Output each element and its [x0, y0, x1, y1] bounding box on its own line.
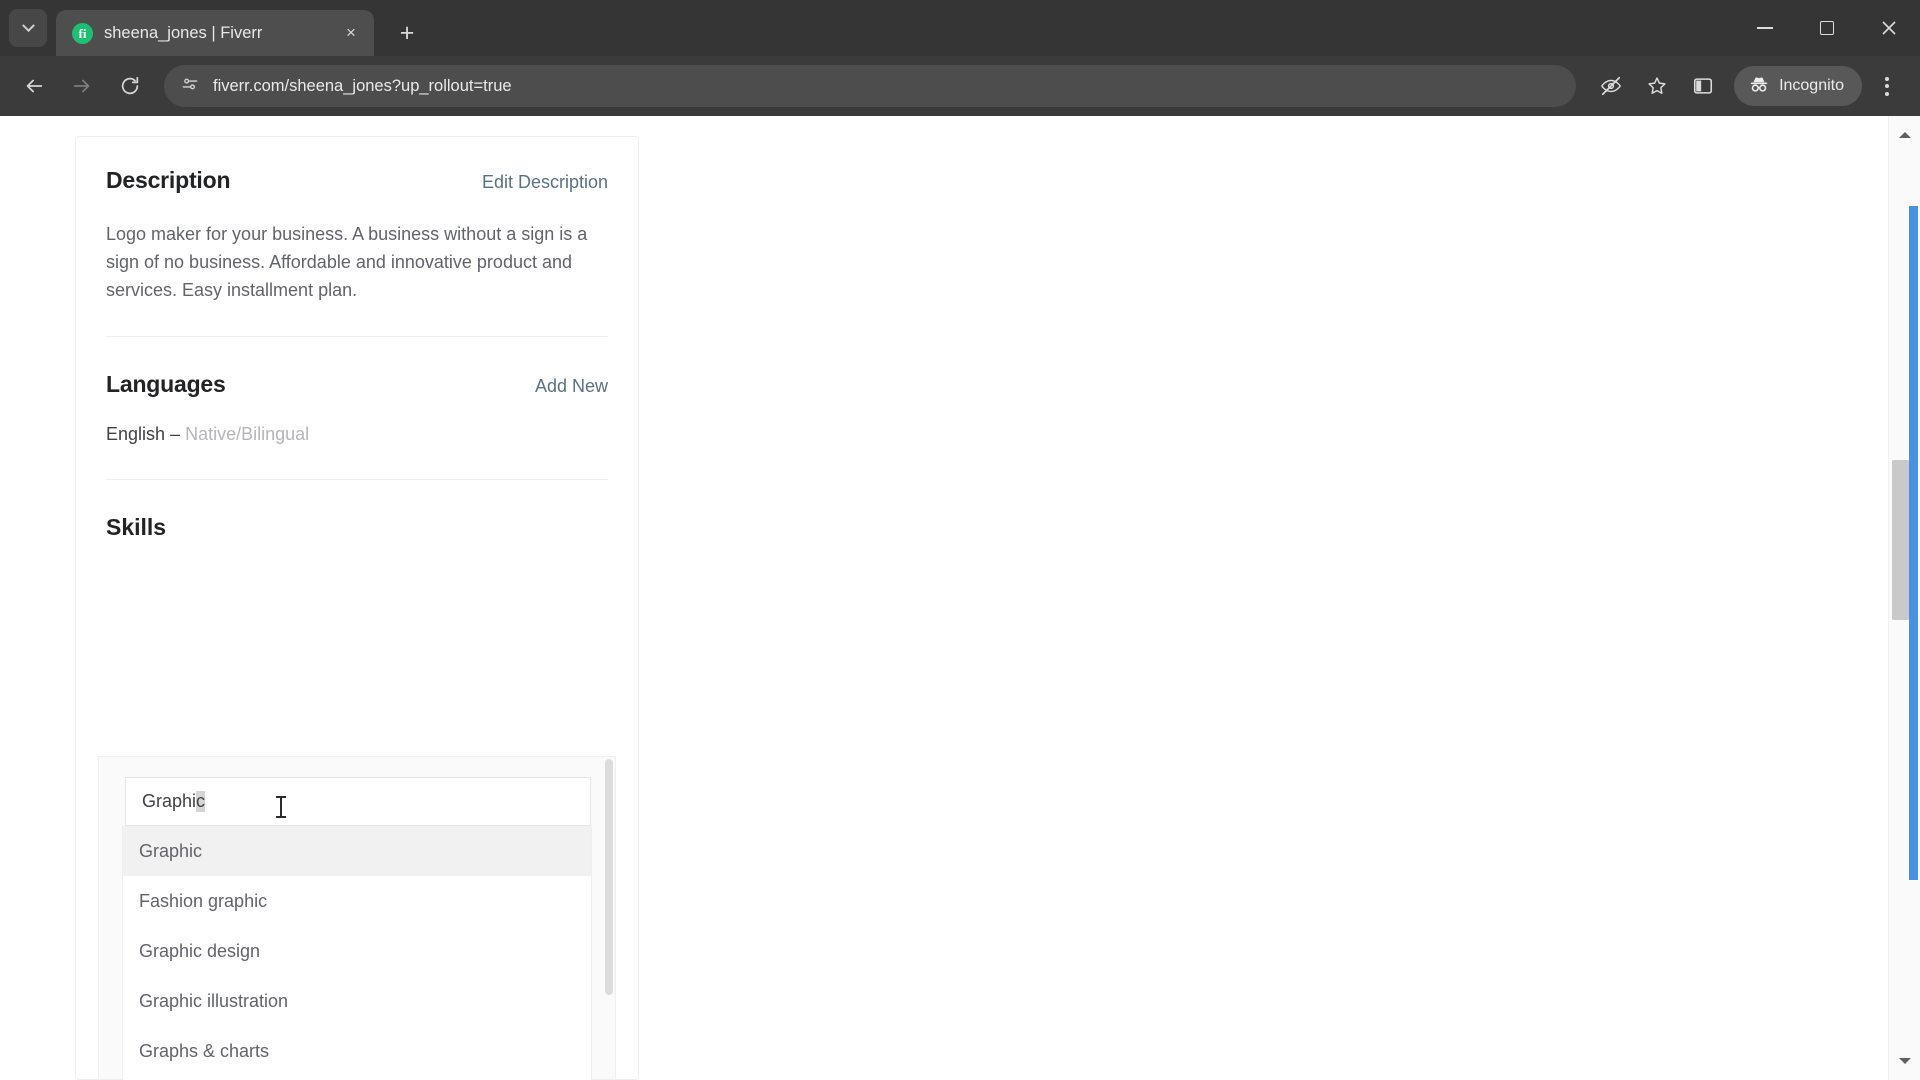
star-icon[interactable]: [1636, 65, 1678, 107]
skills-panel-scrollbar[interactable]: [605, 759, 613, 995]
skill-input-value: Graphi: [142, 791, 197, 811]
chevron-down-icon[interactable]: [9, 9, 47, 47]
language-level: Native/Bilingual: [185, 424, 310, 444]
language-name: English: [106, 424, 166, 444]
languages-title: Languages: [106, 371, 226, 397]
minimize-button[interactable]: [1734, 0, 1796, 56]
skill-input-autocomplete-selection: c: [196, 791, 206, 812]
languages-section-header: Languages Add New: [106, 371, 608, 398]
add-new-language-link[interactable]: Add New: [535, 376, 608, 397]
page-scrollbar[interactable]: [1888, 116, 1920, 1080]
divider: [106, 479, 608, 480]
description-title: Description: [106, 167, 231, 193]
scroll-down-arrow-icon[interactable]: [1889, 1048, 1920, 1074]
suggestion-item[interactable]: Pinterest graphic: [123, 1076, 591, 1080]
maximize-button[interactable]: [1796, 0, 1858, 56]
incognito-spy-icon: [1748, 73, 1770, 100]
close-icon[interactable]: ×: [338, 20, 364, 46]
suggestion-item[interactable]: Graphic: [123, 826, 591, 876]
browser-toolbar: fiverr.com/sheena_jones?up_rollout=true: [0, 56, 1920, 116]
incognito-label: Incognito: [1779, 77, 1844, 94]
suggestion-item[interactable]: Graphic design: [123, 926, 591, 976]
tab-strip: fi sheena_jones | Fiverr × +: [0, 0, 1920, 56]
browser-window: fi sheena_jones | Fiverr × + fiverr.com/…: [0, 0, 1920, 1080]
side-panel-icon[interactable]: [1682, 65, 1724, 107]
address-bar[interactable]: fiverr.com/sheena_jones?up_rollout=true: [164, 65, 1577, 107]
suggestion-item[interactable]: Fashion graphic: [123, 876, 591, 926]
tab-search-area: [0, 0, 56, 56]
skills-title: Skills: [106, 514, 167, 540]
url-text: fiverr.com/sheena_jones?up_rollout=true: [213, 76, 512, 95]
fiverr-profile-page: Description Edit Description Logo maker …: [0, 116, 1888, 1080]
close-window-button[interactable]: [1858, 0, 1920, 56]
back-button[interactable]: [12, 64, 56, 108]
forward-button[interactable]: [60, 64, 104, 108]
description-section-header: Description Edit Description: [106, 167, 608, 194]
skill-suggestions-dropdown: Graphic Fashion graphic Graphic design G…: [122, 826, 592, 1080]
fiverr-favicon-icon: fi: [72, 22, 93, 44]
page-viewport: Description Edit Description Logo maker …: [0, 116, 1920, 1080]
suggestion-item[interactable]: Graphs & charts: [123, 1026, 591, 1076]
three-dot-menu-icon[interactable]: [1866, 65, 1908, 107]
site-settings-icon[interactable]: [180, 74, 200, 99]
browser-tab[interactable]: fi sheena_jones | Fiverr ×: [56, 10, 374, 56]
scroll-up-arrow-icon[interactable]: [1889, 122, 1920, 148]
incognito-indicator[interactable]: Incognito: [1734, 66, 1862, 106]
scrollbar-thumb[interactable]: [1892, 460, 1909, 620]
window-controls: [1734, 0, 1920, 56]
focus-highlight-bar: [1909, 206, 1918, 880]
skill-input[interactable]: Graphi c: [125, 777, 591, 826]
description-body: Logo maker for your business. A business…: [106, 224, 588, 300]
eye-slash-icon[interactable]: [1590, 65, 1632, 107]
suggestion-item[interactable]: Graphic illustration: [123, 976, 591, 1026]
reload-button[interactable]: [108, 64, 152, 108]
language-separator: –: [170, 424, 181, 444]
tab-title: sheena_jones | Fiverr: [104, 23, 263, 42]
new-tab-button[interactable]: +: [388, 14, 426, 52]
text-cursor-icon: [276, 796, 286, 818]
divider: [106, 336, 608, 337]
edit-description-link[interactable]: Edit Description: [482, 172, 608, 193]
language-item: English – Native/Bilingual: [106, 424, 608, 445]
